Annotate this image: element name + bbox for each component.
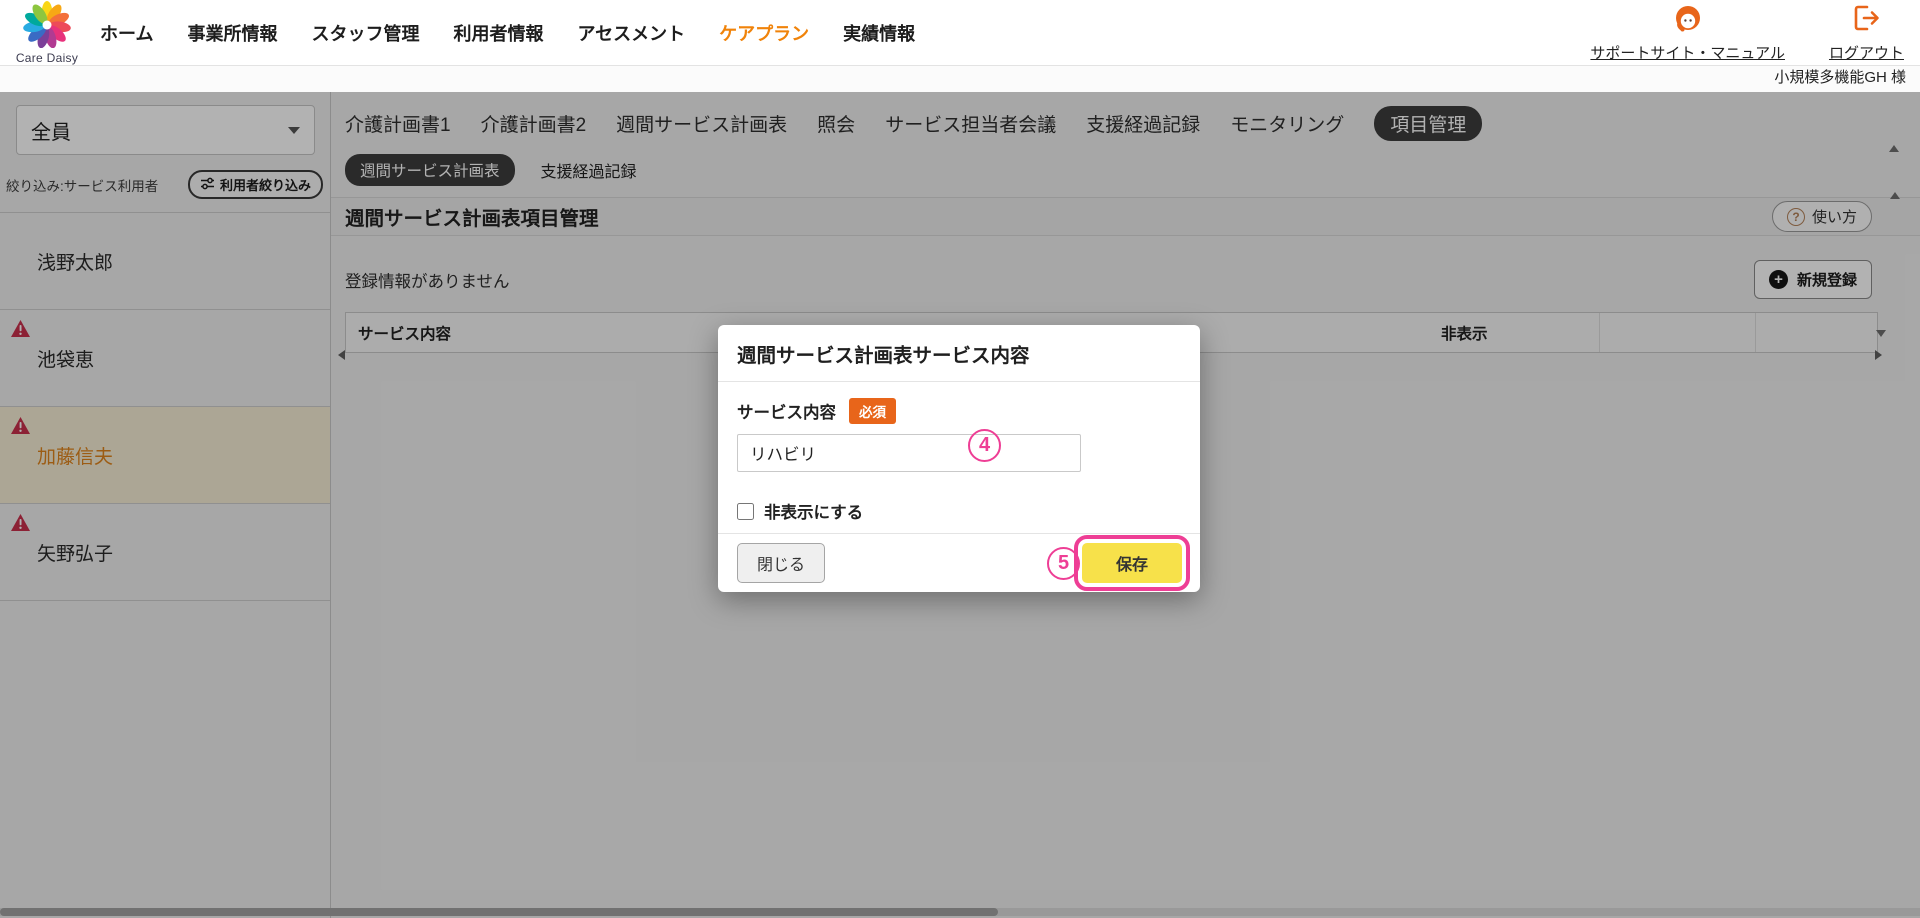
top-navigation: Care Daisy ホーム 事業所情報 スタッフ管理 利用者情報 アセスメント…: [0, 0, 1920, 66]
support-site-link[interactable]: サポートサイト・マニュアル: [1590, 2, 1785, 63]
annotation-circle-5: 5: [1047, 547, 1080, 580]
nav-care-plan[interactable]: ケアプラン: [719, 20, 809, 46]
service-content-modal: 週間サービス計画表サービス内容 サービス内容 必須 非表示にする 閉じる 保存 …: [718, 325, 1200, 592]
nav-home[interactable]: ホーム: [100, 20, 153, 46]
facility-name: 小規模多機能GH 様: [1774, 69, 1906, 86]
app-logo[interactable]: Care Daisy: [12, 0, 82, 65]
headset-support-icon: [1671, 2, 1705, 41]
nav-assessment[interactable]: アセスメント: [577, 20, 685, 46]
hide-checkbox[interactable]: [737, 503, 754, 520]
support-site-label: サポートサイト・マニュアル: [1590, 42, 1785, 63]
service-content-label: サービス内容: [737, 399, 836, 423]
logo-text: Care Daisy: [16, 51, 78, 65]
modal-title: 週間サービス計画表サービス内容: [737, 339, 1030, 368]
main-menu: ホーム 事業所情報 スタッフ管理 利用者情報 アセスメント ケアプラン 実績情報: [100, 20, 915, 46]
save-button[interactable]: 保存: [1082, 543, 1182, 583]
hide-checkbox-row: 非表示にする: [737, 499, 1181, 523]
topnav-right: サポートサイト・マニュアル ログアウト: [1590, 2, 1904, 63]
nav-results-info[interactable]: 実績情報: [843, 20, 915, 46]
logout-link[interactable]: ログアウト: [1829, 2, 1904, 63]
hide-checkbox-label: 非表示にする: [764, 499, 863, 523]
account-strip: 小規模多機能GH 様: [0, 66, 1920, 92]
nav-office-info[interactable]: 事業所情報: [187, 20, 277, 46]
save-button-highlight: 保存: [1074, 535, 1190, 591]
nav-staff-management[interactable]: スタッフ管理: [311, 20, 419, 46]
annotation-circle-4: 4: [968, 429, 1001, 462]
logout-label: ログアウト: [1829, 42, 1904, 63]
logout-icon: [1849, 2, 1883, 41]
service-content-input[interactable]: [737, 434, 1081, 472]
daisy-logo-icon: [23, 0, 71, 53]
close-button[interactable]: 閉じる: [737, 543, 825, 583]
required-badge: 必須: [849, 398, 896, 424]
nav-user-info[interactable]: 利用者情報: [453, 20, 543, 46]
